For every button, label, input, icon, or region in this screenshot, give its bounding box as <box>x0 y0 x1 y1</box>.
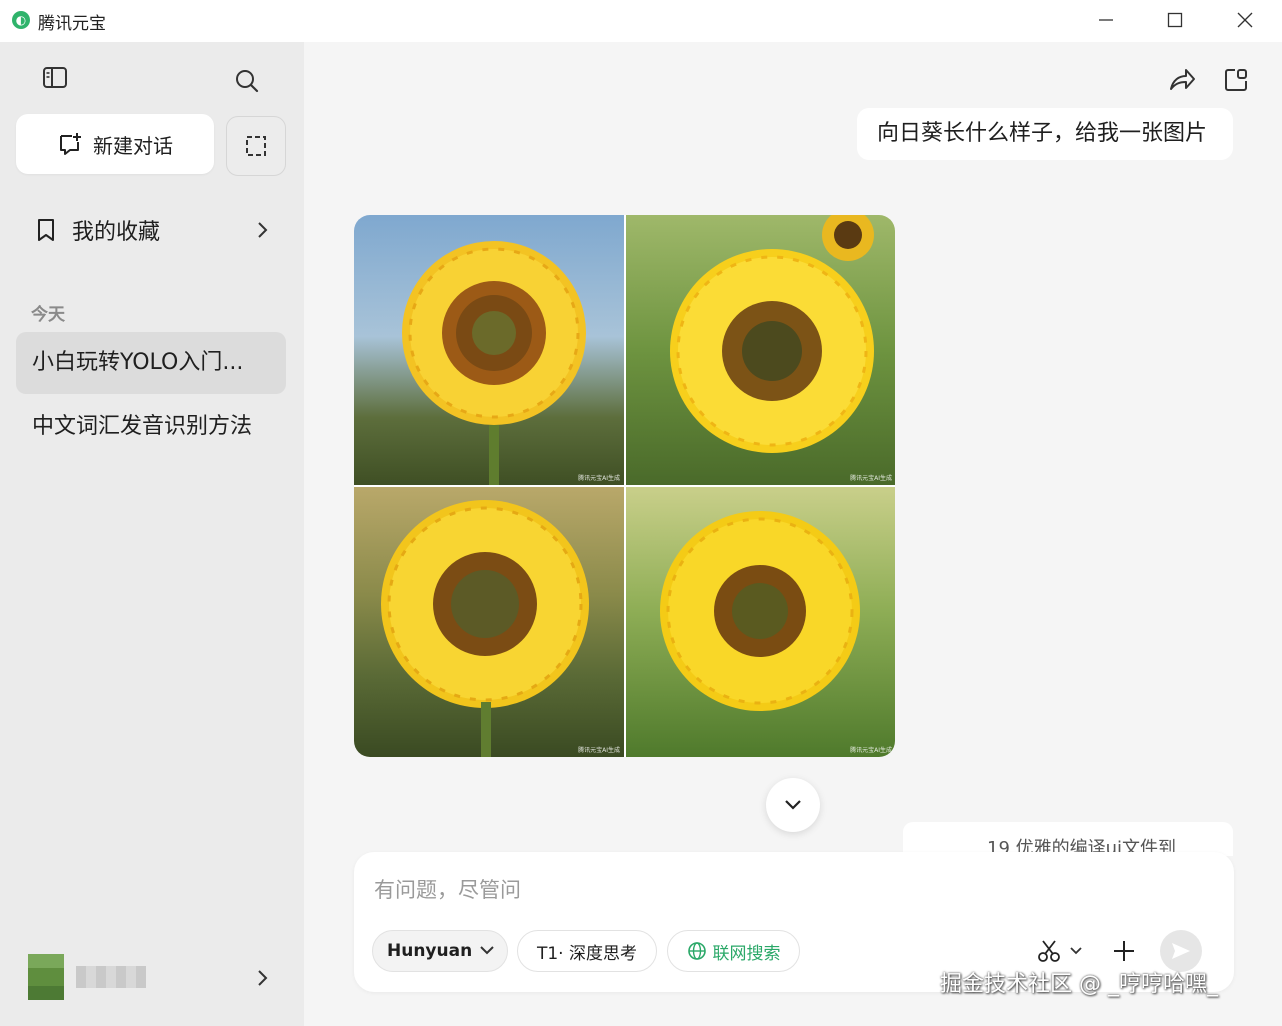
maximize-button[interactable] <box>1152 4 1198 36</box>
sunflower-image-1 <box>402 241 586 485</box>
chevron-right-icon <box>258 970 268 986</box>
chevron-down-icon <box>480 946 494 955</box>
share-button[interactable] <box>1164 62 1200 98</box>
new-chat-icon <box>60 133 81 155</box>
chevron-right-icon <box>258 222 268 238</box>
sidebar-toggle-icon <box>43 67 67 88</box>
message-input[interactable] <box>374 874 1074 906</box>
close-icon <box>1237 12 1253 28</box>
section-heading-today: 今天 <box>31 305 65 325</box>
image-watermark: 腾讯元宝AI生成 <box>850 747 892 754</box>
screenshot-select-icon <box>246 136 266 156</box>
sidebar-toggle-button[interactable] <box>39 62 71 94</box>
image-watermark: 腾讯元宝AI生成 <box>578 475 620 482</box>
deep-think-label: T1· 深度思考 <box>536 943 637 964</box>
generated-image[interactable]: 腾讯元宝AI生成 <box>354 487 624 757</box>
suggestion-card[interactable]: 19 优雅的编译ui文件到 <box>903 822 1233 856</box>
bookmark-icon <box>38 219 54 241</box>
chat-area: 向日葵长什么样子，给我一张图片 腾讯元宝AI生成 腾讯元宝AI生成 腾讯元宝AI… <box>304 42 1282 1026</box>
search-button[interactable] <box>231 65 263 97</box>
minimize-icon <box>1099 19 1113 21</box>
username: ■■■■ <box>76 966 146 988</box>
close-button[interactable] <box>1222 4 1268 36</box>
conversation-item[interactable]: 中文词汇发音识别方法 <box>16 396 286 458</box>
generated-image-grid: 腾讯元宝AI生成 腾讯元宝AI生成 腾讯元宝AI生成 腾讯元宝AI生成 <box>354 215 895 757</box>
sunflower-image-3 <box>381 500 589 757</box>
new-chat-button[interactable]: 新建对话 <box>16 114 214 174</box>
chevron-down-icon <box>785 800 801 810</box>
avatar <box>28 954 64 1000</box>
favorites-item[interactable]: 我的收藏 <box>16 206 286 254</box>
search-icon <box>236 70 259 93</box>
sunflower-image-4 <box>660 511 860 711</box>
web-search-toggle[interactable]: 联网搜索 <box>667 930 800 972</box>
globe-icon <box>687 942 706 960</box>
conversation-item-active[interactable]: 小白玩转YOLO入门... <box>16 332 286 394</box>
send-icon <box>1172 943 1190 959</box>
model-label: Hunyuan <box>387 941 473 961</box>
new-window-icon <box>1225 69 1247 91</box>
scissors-menu-button[interactable] <box>1032 932 1088 970</box>
image-watermark: 腾讯元宝AI生成 <box>850 475 892 482</box>
sunflower-image-2 <box>670 215 874 453</box>
new-chat-label: 新建对话 <box>93 133 173 158</box>
scissors-icon <box>1038 940 1060 962</box>
deep-think-toggle[interactable]: T1· 深度思考 <box>517 930 657 972</box>
generated-image[interactable]: 腾讯元宝AI生成 <box>626 215 895 485</box>
chevron-down-icon <box>1070 947 1082 955</box>
title-bar: ◐ 腾讯元宝 <box>0 0 1282 42</box>
generated-image[interactable]: 腾讯元宝AI生成 <box>626 487 895 757</box>
app-logo-icon: ◐ <box>12 11 30 29</box>
site-watermark: 掘金技术社区 @ _哼哼哈嘿_ <box>940 972 1218 997</box>
generated-image[interactable]: 腾讯元宝AI生成 <box>354 215 624 485</box>
minimize-button[interactable] <box>1083 4 1129 36</box>
web-search-label: 联网搜索 <box>712 943 781 964</box>
app-title: 腾讯元宝 <box>38 14 106 34</box>
new-window-button[interactable] <box>1218 62 1254 98</box>
user-profile[interactable]: ■■■■ <box>28 954 286 1000</box>
share-icon <box>1170 69 1195 90</box>
attach-button[interactable] <box>1110 932 1138 970</box>
screenshot-button[interactable] <box>226 116 286 176</box>
model-selector[interactable]: Hunyuan <box>372 930 508 972</box>
user-message-bubble: 向日葵长什么样子，给我一张图片 <box>857 108 1233 160</box>
image-watermark: 腾讯元宝AI生成 <box>578 747 620 754</box>
sidebar: 新建对话 我的收藏 今天 小白玩转YOLO入门... 中文词汇发音识别方法 ■■… <box>0 42 304 1026</box>
favorites-label: 我的收藏 <box>72 220 161 245</box>
scroll-to-bottom-button[interactable] <box>766 778 820 832</box>
plus-icon <box>1114 941 1134 961</box>
maximize-icon <box>1167 12 1183 28</box>
